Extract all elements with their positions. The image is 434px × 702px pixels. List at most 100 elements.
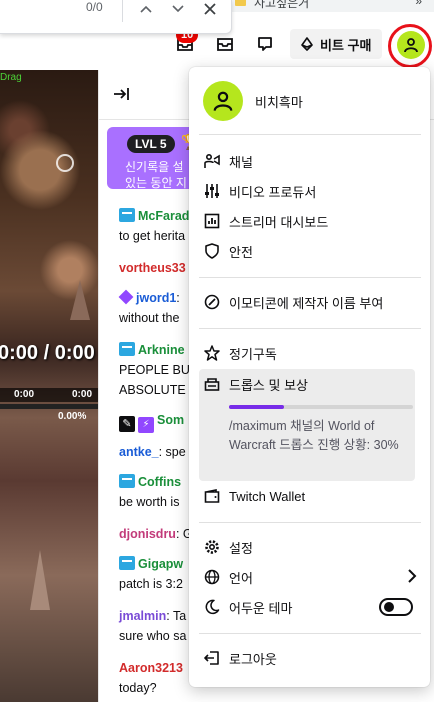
buy-bits-label: 비트 구매	[320, 37, 372, 53]
bookmarks-more-button[interactable]: »	[415, 0, 422, 8]
video-target-ring	[56, 154, 74, 172]
subscriber-badge-icon	[119, 208, 135, 222]
video-player[interactable]: Drag 0:00 / 0:00 0:00 0:00 0.00%	[0, 70, 98, 702]
folder-icon	[235, 0, 246, 6]
find-next-button[interactable]	[167, 0, 189, 20]
subscriber-badge-icon	[119, 556, 135, 570]
chat-username[interactable]: vortheus33	[119, 261, 186, 275]
chat-message-cont: sure who sa	[119, 629, 187, 643]
menu-item-label: 비디오 프로듀서	[229, 184, 317, 200]
chat-username[interactable]: djonisdru	[119, 527, 176, 541]
chat-username[interactable]: jword1	[136, 291, 176, 305]
level-text-line: 있는 동안 지	[125, 176, 187, 189]
menu-item-label: 설정	[229, 540, 253, 556]
menu-item-drops[interactable]: 드롭스 및 보상 /maximum 채널의 World of Warcraft …	[199, 369, 415, 481]
chat-username[interactable]: Aaron3213	[119, 661, 183, 675]
chat-message: jword1:	[118, 288, 180, 308]
menu-item-logout[interactable]: 로그아웃	[199, 643, 421, 673]
menu-item-label: 로그아웃	[229, 651, 277, 667]
purple-badge-icon	[118, 289, 134, 305]
mail-icon	[217, 38, 233, 51]
find-close-button[interactable]	[199, 0, 221, 20]
dark-theme-toggle[interactable]	[379, 598, 413, 616]
chat-message-cont: ABSOLUTE	[119, 383, 186, 397]
chat-username[interactable]: Coffins	[138, 475, 181, 489]
menu-avatar	[203, 81, 243, 121]
menu-item-label: 채널	[229, 154, 253, 170]
chat-message: McFarad	[119, 206, 189, 226]
menu-item-label: 정기구독	[229, 346, 277, 362]
whispers-inbox-button[interactable]	[212, 31, 238, 57]
chat-message-cont: PEOPLE BU	[119, 363, 190, 377]
whispers-button[interactable]	[252, 31, 278, 57]
chat-text: :	[176, 291, 180, 305]
chat-username[interactable]: Arknine	[138, 343, 185, 357]
menu-user-header[interactable]: 비치흑마	[203, 80, 423, 122]
menu-item-security[interactable]: 안전	[199, 236, 421, 266]
menu-item-label: 이모티콘에 제작자 이름 부여	[229, 295, 384, 311]
drops-title-row: 드롭스 및 보상	[199, 369, 421, 399]
chat-message-cont: today?	[119, 681, 157, 695]
level-text: 신기록을 설 있는 동안 지	[125, 159, 187, 189]
video-stat-1: 0:00	[14, 389, 35, 400]
menu-item-language[interactable]: 언어	[199, 562, 421, 592]
find-bar: 0/0	[0, 0, 232, 34]
wallet-icon	[203, 487, 221, 505]
menu-item-dark-theme[interactable]: 어두운 테마	[199, 592, 421, 622]
chat-message: jmalmin: Ta	[119, 606, 186, 626]
red-annotation-circle	[388, 24, 432, 68]
video-spike	[70, 280, 90, 320]
chat-text: : spe	[158, 445, 186, 459]
chat-message: antke_: spe	[119, 442, 186, 462]
menu-item-emote-credit[interactable]: 이모티콘에 제작자 이름 부여	[199, 287, 421, 317]
menu-item-wallet[interactable]: Twitch Wallet	[199, 481, 421, 511]
toggle-knob	[384, 602, 394, 612]
dashboard-icon	[203, 212, 221, 230]
collapse-chat-button[interactable]	[113, 86, 131, 107]
moon-icon	[203, 598, 221, 616]
level-text-line: 신기록을 설	[125, 160, 184, 174]
user-icon	[213, 91, 233, 111]
video-frame	[0, 70, 98, 370]
menu-item-label: 스트리머 대시보드	[229, 214, 329, 230]
buy-bits-button[interactable]: 비트 구매	[290, 29, 382, 59]
chevron-right-icon	[407, 569, 417, 586]
bits-gem-icon	[301, 37, 313, 51]
chat-message-cont: without the	[119, 311, 180, 325]
menu-item-video-producer[interactable]: 비디오 프로듀서	[199, 176, 421, 206]
find-previous-button[interactable]	[135, 0, 157, 20]
chat-username[interactable]: McFarad	[138, 209, 189, 223]
emote-credit-icon	[203, 293, 221, 311]
arrow-right-bar-icon	[114, 88, 129, 100]
globe-icon	[203, 568, 221, 586]
bookmark-folder[interactable]: 사고싶은거	[254, 0, 309, 11]
menu-item-label: 언어	[229, 570, 253, 586]
menu-divider	[199, 277, 421, 278]
chat-username[interactable]: jmalmin	[119, 609, 166, 623]
chat-username[interactable]: antke_	[119, 445, 159, 459]
chat-bubble-icon	[258, 37, 272, 51]
chat-message: Aaron3213	[119, 658, 183, 678]
chat-username[interactable]: Gigapw	[138, 557, 183, 571]
chat-message-cont: to get herita	[119, 229, 186, 243]
chat-message-cont: be worth is	[119, 495, 180, 509]
logout-icon	[203, 649, 221, 667]
star-icon	[203, 344, 221, 362]
user-dropdown-menu: 비치흑마 채널 비디오 프로듀서 스트리머 대시보드 안전 이모티콘에 제작자 …	[189, 67, 430, 687]
subscriber-badge-icon	[119, 474, 135, 488]
menu-item-creator-dashboard[interactable]: 스트리머 대시보드	[199, 206, 421, 236]
chat-username[interactable]: Som	[157, 413, 184, 427]
subscriber-badge-icon	[119, 342, 135, 356]
menu-item-settings[interactable]: 설정	[199, 532, 421, 562]
video-percent: 0.00%	[58, 411, 87, 422]
drops-icon	[203, 375, 221, 393]
menu-item-label: 안전	[229, 244, 253, 260]
video-stat-bar: 0:00 0:00	[0, 388, 98, 402]
chat-message: vortheus33	[119, 258, 186, 278]
chat-text: : Ta	[166, 609, 187, 623]
menu-item-label: 드롭스 및 보상	[229, 377, 308, 393]
menu-item-label: Twitch Wallet	[229, 488, 306, 504]
menu-item-channel[interactable]: 채널	[199, 146, 421, 176]
chat-message: ✎ ⚡ Som	[119, 410, 184, 433]
menu-item-subscriptions[interactable]: 정기구독	[199, 338, 421, 368]
